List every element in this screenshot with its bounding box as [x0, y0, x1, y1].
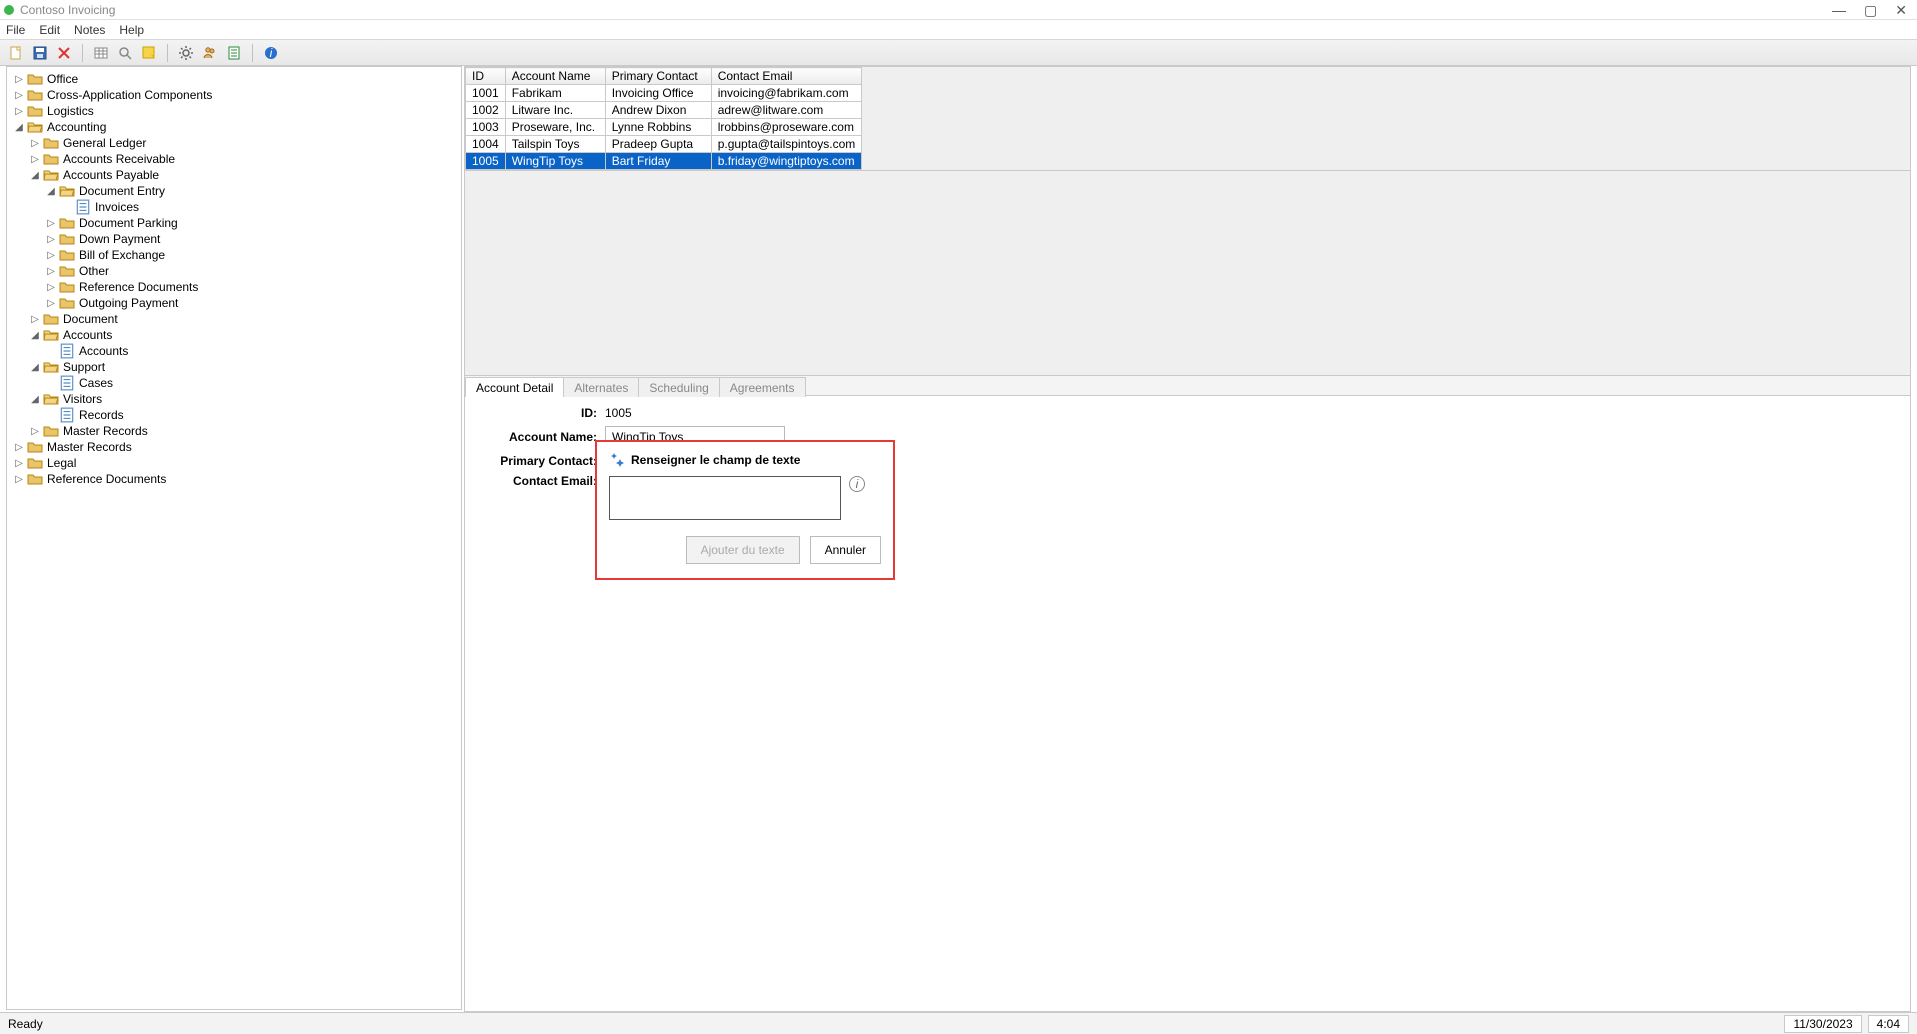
tree-item-office[interactable]: ▷Office — [7, 71, 461, 87]
col-id[interactable]: ID — [466, 68, 506, 85]
status-text: Ready — [8, 1017, 43, 1031]
tree-item-accounts-receivable[interactable]: ▷Accounts Receivable — [7, 151, 461, 167]
toolbar: i — [0, 40, 1917, 66]
tree-item-document[interactable]: ▷Document — [7, 311, 461, 327]
separator — [167, 44, 168, 62]
separator — [252, 44, 253, 62]
tab-alternates[interactable]: Alternates — [563, 377, 639, 397]
tab-account-detail[interactable]: Account Detail — [465, 377, 564, 397]
tree-item-bill-of-exchange[interactable]: ▷Bill of Exchange — [7, 247, 461, 263]
svg-text:i: i — [270, 46, 273, 60]
delete-icon[interactable] — [54, 43, 74, 63]
popup-textarea[interactable] — [609, 476, 841, 520]
label-id: ID: — [485, 406, 605, 420]
window-title: Contoso Invoicing — [20, 3, 115, 17]
note-icon[interactable] — [139, 43, 159, 63]
info-icon[interactable]: i — [261, 43, 281, 63]
grid-icon[interactable] — [91, 43, 111, 63]
label-account-name: Account Name: — [485, 430, 605, 444]
menu-help[interactable]: Help — [119, 23, 144, 37]
tab-agreements[interactable]: Agreements — [719, 377, 806, 397]
tree-item-down-payment[interactable]: ▷Down Payment — [7, 231, 461, 247]
search-icon[interactable] — [115, 43, 135, 63]
menubar: File Edit Notes Help — [0, 20, 1917, 40]
status-time: 4:04 — [1868, 1015, 1909, 1033]
tree-item-legal[interactable]: ▷Legal — [7, 455, 461, 471]
tree-item-accounts-payable[interactable]: ◢Accounts Payable — [7, 167, 461, 183]
accounts-grid[interactable]: ID Account Name Primary Contact Contact … — [464, 66, 1911, 376]
tab-scheduling[interactable]: Scheduling — [638, 377, 719, 397]
table-row[interactable]: 1003Proseware, Inc.Lynne Robbinslrobbins… — [466, 119, 862, 136]
new-icon[interactable] — [6, 43, 26, 63]
tree-item-accounts-leaf[interactable]: Accounts — [7, 343, 461, 359]
table-row[interactable]: 1004Tailspin ToysPradeep Guptap.gupta@ta… — [466, 136, 862, 153]
tree-item-invoices[interactable]: Invoices — [7, 199, 461, 215]
tree-item-accounts[interactable]: ◢Accounts — [7, 327, 461, 343]
menu-file[interactable]: File — [6, 23, 25, 37]
detail-tabs: Account Detail Alternates Scheduling Agr… — [465, 376, 1910, 396]
tree-item-accounting[interactable]: ◢Accounting — [7, 119, 461, 135]
navigation-tree[interactable]: ▷Office ▷Cross-Application Components ▷L… — [6, 66, 462, 1010]
tree-item-logistics[interactable]: ▷Logistics — [7, 103, 461, 119]
tree-item-general-ledger[interactable]: ▷General Ledger — [7, 135, 461, 151]
tree-item-reference-documents[interactable]: ▷Reference Documents — [7, 279, 461, 295]
export-icon[interactable] — [224, 43, 244, 63]
tree-item-outgoing-payment[interactable]: ▷Outgoing Payment — [7, 295, 461, 311]
gear-icon[interactable] — [176, 43, 196, 63]
menu-edit[interactable]: Edit — [39, 23, 60, 37]
tree-item-support[interactable]: ◢Support — [7, 359, 461, 375]
minimize-button[interactable]: — — [1832, 3, 1846, 17]
tree-item-cases[interactable]: Cases — [7, 375, 461, 391]
value-id: 1005 — [605, 406, 632, 420]
titlebar: Contoso Invoicing — ▢ ✕ — [0, 0, 1917, 20]
table-row[interactable]: 1001FabrikamInvoicing Officeinvoicing@fa… — [466, 85, 862, 102]
col-contact-email[interactable]: Contact Email — [711, 68, 862, 85]
tree-item-document-parking[interactable]: ▷Document Parking — [7, 215, 461, 231]
tree-item-records[interactable]: Records — [7, 407, 461, 423]
info-icon[interactable]: i — [849, 476, 865, 492]
label-primary-contact: Primary Contact: — [485, 454, 605, 468]
save-icon[interactable] — [30, 43, 50, 63]
tree-item-master-records[interactable]: ▷Master Records — [7, 423, 461, 439]
cancel-button[interactable]: Annuler — [810, 536, 881, 564]
table-row[interactable]: 1002Litware Inc.Andrew Dixonadrew@litwar… — [466, 102, 862, 119]
statusbar: Ready 11/30/2023 4:04 — [0, 1012, 1917, 1034]
col-account-name[interactable]: Account Name — [505, 68, 605, 85]
detail-panel: Account Detail Alternates Scheduling Agr… — [464, 376, 1911, 1012]
tree-item-master-records-top[interactable]: ▷Master Records — [7, 439, 461, 455]
text-entry-popup: Renseigner le champ de texte i Ajouter d… — [595, 440, 895, 580]
tree-item-cross-app[interactable]: ▷Cross-Application Components — [7, 87, 461, 103]
app-icon — [4, 5, 14, 15]
tree-item-document-entry[interactable]: ◢Document Entry — [7, 183, 461, 199]
sparkle-icon — [609, 452, 625, 468]
status-date: 11/30/2023 — [1784, 1015, 1861, 1033]
users-icon[interactable] — [200, 43, 220, 63]
tree-item-other[interactable]: ▷Other — [7, 263, 461, 279]
popup-title: Renseigner le champ de texte — [631, 453, 800, 467]
label-contact-email: Contact Email: — [485, 474, 605, 488]
separator — [82, 44, 83, 62]
menu-notes[interactable]: Notes — [74, 23, 105, 37]
close-button[interactable]: ✕ — [1895, 3, 1907, 17]
col-primary-contact[interactable]: Primary Contact — [605, 68, 711, 85]
tree-item-reference-documents-top[interactable]: ▷Reference Documents — [7, 471, 461, 487]
maximize-button[interactable]: ▢ — [1864, 3, 1877, 17]
add-text-button[interactable]: Ajouter du texte — [686, 536, 800, 564]
tree-item-visitors[interactable]: ◢Visitors — [7, 391, 461, 407]
table-row-selected[interactable]: 1005WingTip ToysBart Fridayb.friday@wing… — [466, 153, 862, 170]
